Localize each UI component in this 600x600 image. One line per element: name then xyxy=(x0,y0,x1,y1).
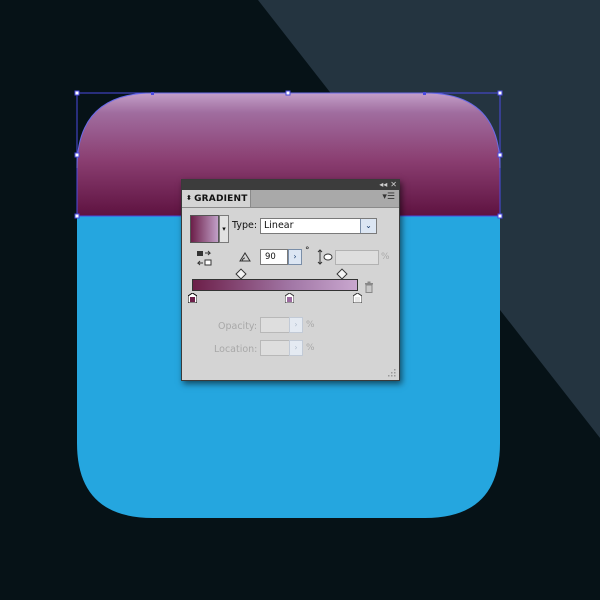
reverse-gradient-icon[interactable] xyxy=(196,250,212,266)
gradient-panel[interactable]: ◂◂ ✕ ⬍ GRADIENT ▾☰ ▾ Type: Linear ⌄ 90 ›… xyxy=(181,179,400,381)
angle-input[interactable]: 90 xyxy=(260,249,288,265)
opacity-unit: % xyxy=(306,320,315,330)
gradient-slider[interactable] xyxy=(192,279,358,291)
gradient-stop[interactable] xyxy=(285,293,294,303)
type-label: Type: xyxy=(232,220,258,231)
close-icon[interactable]: ✕ xyxy=(390,180,397,190)
gradient-midpoint[interactable] xyxy=(235,268,247,280)
double-left-arrow-icon[interactable]: ◂◂ xyxy=(379,180,387,190)
panel-title-bar[interactable]: ◂◂ ✕ xyxy=(182,180,399,190)
resize-grip-icon[interactable] xyxy=(388,369,396,377)
opacity-label: Opacity: xyxy=(218,321,258,332)
location-unit: % xyxy=(306,343,315,353)
gradient-stop[interactable] xyxy=(188,293,197,303)
gradient-stop[interactable] xyxy=(353,293,362,303)
swatch-dropdown-button[interactable]: ▾ xyxy=(219,215,229,243)
aspect-ratio-input xyxy=(335,250,379,265)
angle-unit: ° xyxy=(305,246,310,256)
angle-stepper-button[interactable]: › xyxy=(288,249,302,265)
angle-icon xyxy=(239,252,251,262)
gradient-midpoint[interactable] xyxy=(336,268,348,280)
opacity-input xyxy=(260,317,290,333)
tab-gradient-label: GRADIENT xyxy=(194,193,248,204)
tab-arrows-icon: ⬍ xyxy=(186,194,193,202)
panel-tab-row: ⬍ GRADIENT ▾☰ xyxy=(182,190,399,208)
panel-menu-icon[interactable]: ▾☰ xyxy=(382,192,395,202)
location-input xyxy=(260,340,290,356)
type-select-value: Linear xyxy=(264,220,294,231)
aspect-ratio-unit: % xyxy=(381,252,390,262)
type-select[interactable]: Linear ⌄ xyxy=(260,218,377,234)
angle-value: 90 xyxy=(265,252,276,262)
opacity-stepper-button: › xyxy=(289,317,303,333)
trash-icon[interactable] xyxy=(364,281,374,293)
chevron-down-icon[interactable]: ⌄ xyxy=(360,219,376,233)
location-label: Location: xyxy=(214,344,258,355)
location-stepper-button: › xyxy=(289,340,303,356)
gradient-swatch[interactable] xyxy=(190,215,219,243)
tab-gradient[interactable]: ⬍ GRADIENT xyxy=(182,190,251,207)
aspect-ratio-icon xyxy=(317,249,333,265)
